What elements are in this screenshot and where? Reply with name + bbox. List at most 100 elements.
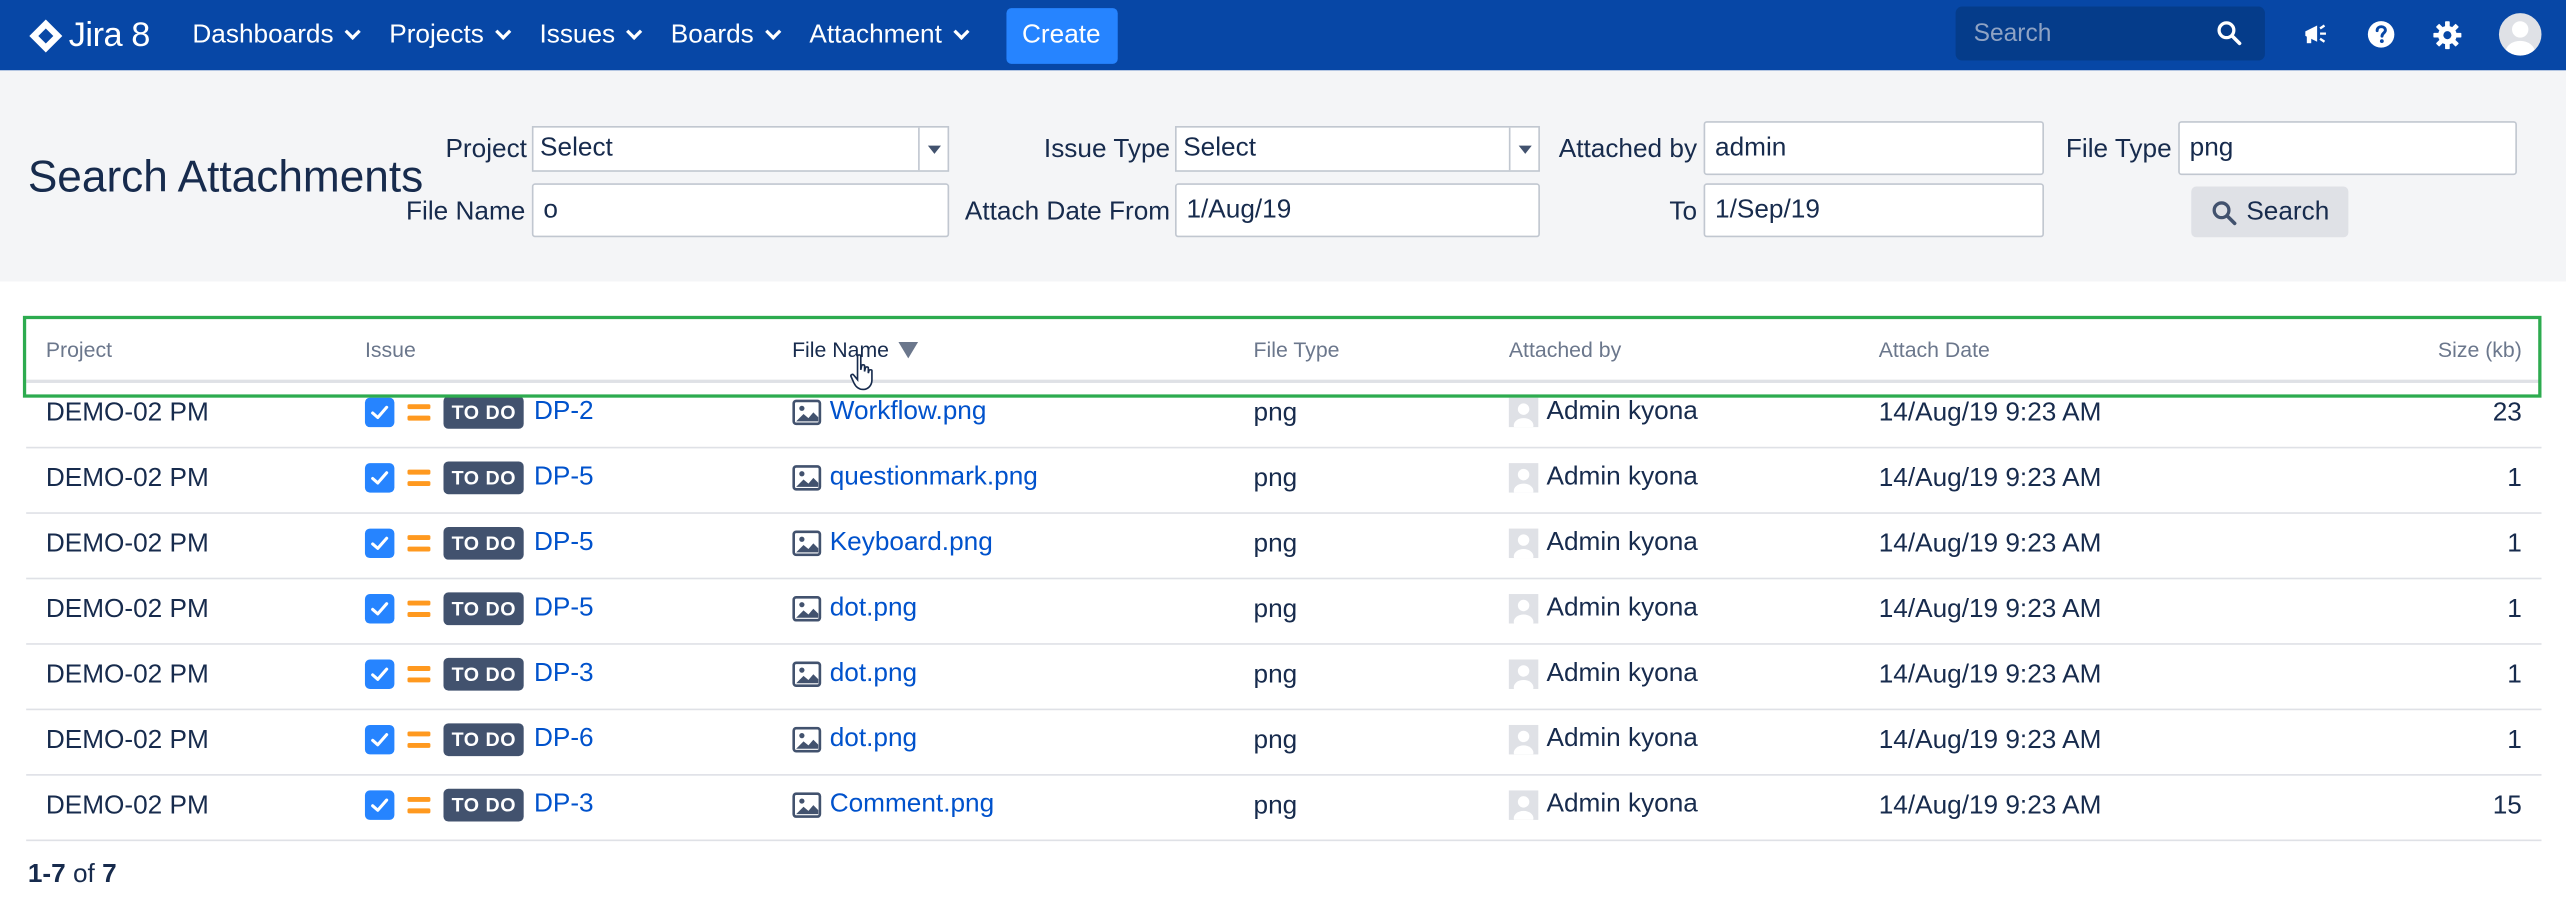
cell-file-name: dot.png (792, 725, 917, 754)
file-name-link[interactable]: Comment.png (830, 790, 994, 819)
nav-projects[interactable]: Projects (389, 20, 511, 49)
status-badge: TO DO (443, 788, 525, 822)
attach-date-to-input[interactable]: 1/Sep/19 (1703, 183, 2044, 238)
cell-issue: TO DO DP-5 (364, 526, 594, 560)
column-header-project[interactable]: Project (46, 337, 112, 362)
chevron-down-icon (952, 23, 969, 41)
create-button[interactable]: Create (1005, 7, 1117, 64)
issue-key-link[interactable]: DP-2 (534, 398, 594, 427)
file-name-link[interactable]: Workflow.png (830, 398, 987, 427)
cell-attach-date: 14/Aug/19 9:23 AM (1878, 399, 2102, 428)
attach-date-from-input[interactable]: 1/Aug/19 (1175, 183, 1540, 238)
cell-issue: TO DO DP-3 (364, 788, 594, 822)
table-row: DEMO-02 PM TO DO DP-3 dot.png png Admin kyona… (26, 645, 2542, 711)
column-header-issue[interactable]: Issue (365, 337, 416, 362)
cell-file-name: dot.png (792, 660, 917, 689)
attach-date-from-label: Attach Date From (964, 198, 1171, 226)
chevron-down-icon (764, 23, 781, 41)
attached-by-name: Admin kyona (1546, 528, 1698, 557)
column-header-attached-by[interactable]: Attached by (1509, 337, 1621, 362)
search-icon[interactable] (2216, 20, 2242, 46)
gear-icon[interactable] (2429, 16, 2465, 52)
nav-dashboards[interactable]: Dashboards (192, 20, 361, 49)
file-type-input[interactable]: png (2178, 121, 2517, 176)
image-file-icon (792, 792, 822, 818)
project-select[interactable]: Select (531, 126, 950, 172)
nav-issues-label: Issues (539, 20, 616, 49)
priority-medium-icon (407, 404, 431, 421)
file-name-link[interactable]: dot.png (830, 594, 917, 623)
table-row: DEMO-02 PM TO DO DP-6 dot.png png Admin kyona… (26, 710, 2542, 776)
attached-by-label: Attached by (1558, 135, 1698, 164)
cell-size: 23 (2492, 399, 2522, 428)
attached-by-input[interactable]: admin (1703, 121, 2044, 176)
logo-text: Jira 8 (68, 15, 151, 54)
cell-file-type: png (1253, 792, 1298, 820)
issue-type-label: Issue Type (1043, 135, 1171, 164)
nav-attachment[interactable]: Attachment (809, 20, 969, 49)
global-search-input[interactable] (1955, 19, 2202, 48)
issue-key-link[interactable]: DP-5 (534, 529, 594, 558)
nav-projects-label: Projects (389, 20, 484, 49)
file-name-link[interactable]: questionmark.png (830, 463, 1038, 492)
priority-medium-icon (407, 600, 431, 617)
attached-by-name: Admin kyona (1546, 463, 1698, 491)
issue-key-link[interactable]: DP-3 (534, 790, 594, 819)
cell-project: DEMO-02 PM (45, 661, 209, 689)
priority-medium-icon (407, 469, 431, 487)
sort-descending-icon (898, 342, 919, 359)
column-header-attach-date[interactable]: Attach Date (1879, 337, 1990, 362)
cell-attached-by: Admin kyona (1508, 463, 1698, 493)
dropdown-arrow-icon[interactable] (918, 127, 947, 171)
cell-attach-date: 14/Aug/19 9:23 AM (1878, 464, 2102, 493)
help-icon[interactable] (2363, 16, 2399, 52)
nav-boards[interactable]: Boards (671, 20, 781, 49)
cell-attach-date: 14/Aug/19 9:23 AM (1878, 661, 2102, 689)
cell-file-type: png (1253, 530, 1298, 559)
cell-issue: TO DO DP-6 (364, 723, 594, 757)
cell-file-name: Comment.png (792, 790, 994, 819)
task-type-icon (364, 790, 395, 820)
dropdown-arrow-icon[interactable] (1508, 127, 1538, 171)
pager-total: 7 (102, 860, 117, 889)
attached-by-name: Admin kyona (1546, 594, 1698, 622)
nav-issues[interactable]: Issues (539, 20, 643, 49)
column-header-file-type[interactable]: File Type (1254, 337, 1340, 362)
status-badge: TO DO (443, 396, 525, 429)
file-name-link[interactable]: dot.png (830, 660, 917, 689)
priority-medium-icon (407, 666, 431, 683)
file-name-link[interactable]: dot.png (830, 725, 917, 754)
status-badge: TO DO (443, 592, 525, 626)
cell-file-type: png (1253, 399, 1298, 428)
image-file-icon (792, 661, 822, 688)
search-button[interactable]: Search (2191, 186, 2349, 238)
project-label: Project (445, 135, 527, 164)
jira-logo[interactable]: Jira 8 (28, 16, 150, 55)
attached-by-name: Admin kyona (1546, 659, 1698, 688)
user-avatar[interactable] (2498, 13, 2542, 56)
cell-attached-by: Admin kyona (1508, 397, 1698, 428)
user-avatar-icon (1508, 594, 1539, 624)
issue-key-link[interactable]: DP-6 (534, 725, 594, 754)
file-name-link[interactable]: Keyboard.png (830, 529, 993, 558)
table-row: DEMO-02 PM TO DO DP-2 Workflow.png png Admin … (26, 383, 2542, 449)
search-icon (2211, 200, 2236, 225)
issue-type-select[interactable]: Select (1175, 126, 1540, 172)
attach-date-to-label: To (1669, 198, 1698, 226)
megaphone-icon[interactable] (2298, 16, 2334, 52)
chevron-down-icon (494, 23, 511, 41)
issue-key-link[interactable]: DP-3 (534, 660, 594, 689)
issue-key-link[interactable]: DP-5 (534, 463, 594, 492)
attached-by-name: Admin kyona (1546, 724, 1698, 753)
issue-key-link[interactable]: DP-5 (534, 594, 594, 623)
status-badge: TO DO (443, 526, 525, 560)
user-avatar-icon (1508, 528, 1539, 559)
nav-attachment-label: Attachment (809, 20, 942, 49)
cell-size: 1 (2507, 595, 2522, 624)
file-name-input[interactable]: o (531, 183, 950, 238)
column-header-size[interactable]: Size (kb) (2438, 337, 2522, 362)
task-type-icon (364, 397, 395, 428)
cell-attached-by: Admin kyona (1508, 659, 1698, 689)
attached-by-name: Admin kyona (1546, 397, 1698, 426)
top-navigation: Jira 8 Dashboards Projects Issues Boards… (0, 0, 2566, 71)
